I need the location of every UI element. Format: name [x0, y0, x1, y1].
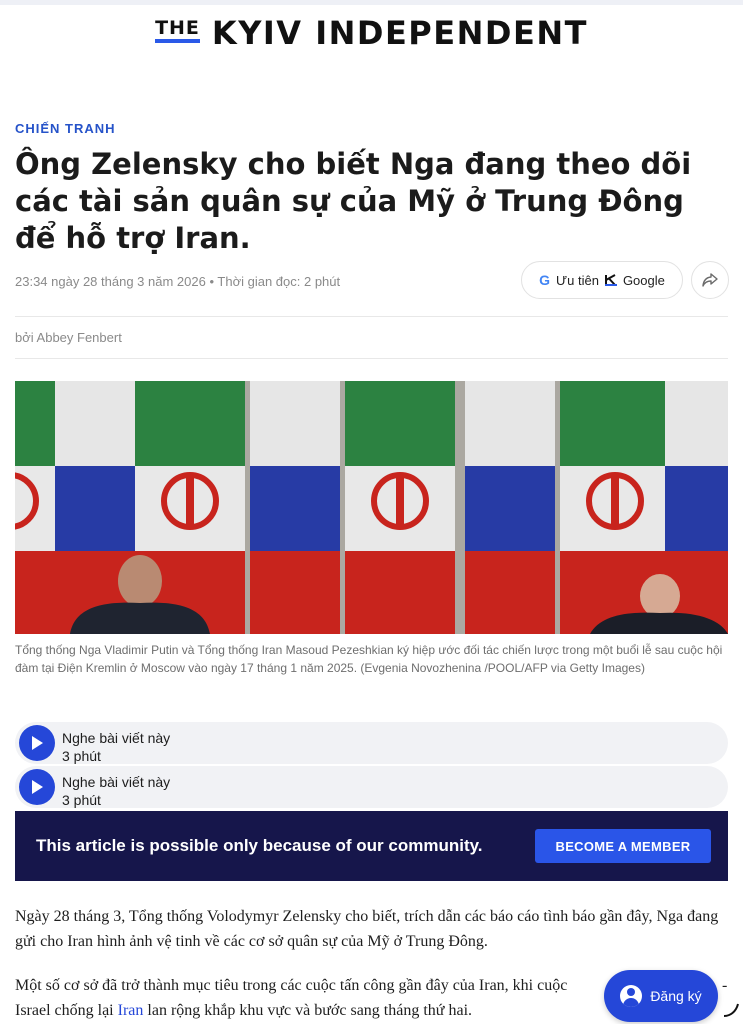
google-g-icon: G — [539, 272, 551, 288]
read-time: Thời gian đọc: 2 phút — [217, 274, 341, 289]
audio-player[interactable]: Nghe bài viết này 3 phút — [15, 722, 728, 764]
preference-brand: Google — [622, 272, 665, 288]
article-photo — [15, 381, 728, 634]
membership-banner: This article is possible only because of… — [15, 811, 728, 881]
share-button[interactable] — [691, 261, 729, 299]
subscribe-label: Đăng ký — [650, 988, 702, 1004]
divider — [15, 358, 728, 359]
article-paragraph: Ngày 28 tháng 3, Tổng thống Volodymyr Ze… — [15, 908, 719, 950]
user-icon — [620, 985, 643, 1007]
paragraph-text: lan rộng khắp khu vực và bước sang tháng… — [143, 1002, 473, 1019]
photo-caption: Tổng thống Nga Vladimir Putin và Tổng th… — [15, 643, 723, 675]
paragraph-text-tail: - — [722, 977, 728, 994]
divider — [15, 316, 728, 317]
meta-separator: • — [209, 274, 215, 289]
become-member-button[interactable]: BECOME A MEMBER — [535, 829, 711, 863]
play-icon — [32, 780, 43, 794]
preference-label: Ưu tiên — [556, 272, 599, 288]
audio-player[interactable]: Nghe bài viết này 3 phút — [15, 766, 728, 808]
logo-the: THE — [155, 18, 200, 43]
section-label[interactable]: CHIẾN TRANH — [15, 121, 116, 136]
play-icon — [32, 736, 43, 750]
paragraph-text: Israel chống lại — [15, 1002, 118, 1019]
top-strip — [0, 0, 743, 5]
audio-duration: 3 phút — [62, 792, 101, 808]
kyiv-k-icon — [604, 274, 617, 286]
masthead-logo[interactable]: THE KYIV INDEPENDENT — [0, 14, 743, 52]
banner-text: This article is possible only because of… — [36, 836, 483, 855]
play-button[interactable] — [19, 769, 55, 805]
paragraph-text: Một số cơ sở đã trở thành mục tiêu trong… — [15, 977, 568, 994]
audio-title: Nghe bài viết này — [62, 730, 171, 746]
play-button[interactable] — [19, 725, 55, 761]
google-preference-button[interactable]: G Ưu tiên Google — [521, 261, 683, 299]
audio-duration: 3 phút — [62, 748, 101, 764]
publish-date: 23:34 ngày 28 tháng 3 năm 2026 — [15, 274, 206, 289]
resize-handle-icon — [723, 1003, 739, 1017]
byline[interactable]: bởi Abbey Fenbert — [15, 330, 122, 345]
article-meta: 23:34 ngày 28 tháng 3 năm 2026 • Thời gi… — [15, 274, 340, 289]
subscribe-button[interactable]: Đăng ký — [604, 970, 718, 1022]
article-headline: Ông Zelensky cho biết Nga đang theo dõi … — [15, 147, 692, 255]
audio-title: Nghe bài viết này — [62, 774, 171, 790]
logo-wordmark: KYIV INDEPENDENT — [211, 14, 588, 52]
iran-link[interactable]: Iran — [118, 1002, 144, 1019]
share-arrow-icon — [702, 273, 718, 287]
